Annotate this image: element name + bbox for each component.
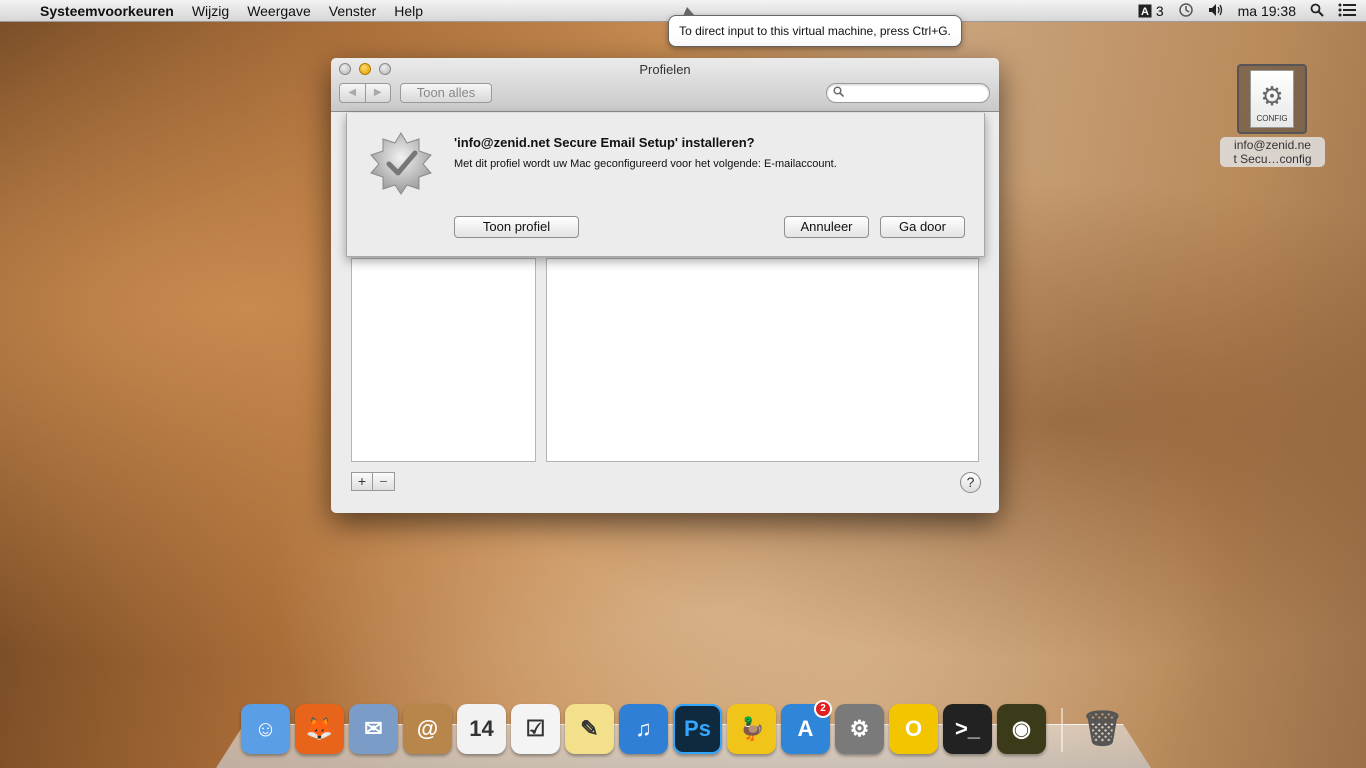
dock-radar-icon[interactable]: ◉ xyxy=(997,704,1046,754)
dock-reminders-glyph: ☑ xyxy=(525,716,546,741)
volume-icon[interactable] xyxy=(1208,3,1224,20)
dock-terminal-icon[interactable]: >_ xyxy=(943,704,992,754)
dock-notes-icon[interactable]: ✎ xyxy=(565,704,614,754)
show-all-button[interactable]: Toon alles xyxy=(400,83,492,103)
dock-firefox-icon[interactable]: 🦊 xyxy=(295,704,344,754)
dock-notes-glyph: ✎ xyxy=(580,716,599,741)
profile-detail-pane xyxy=(546,258,979,462)
dock-opera-icon[interactable]: O xyxy=(889,704,938,754)
dock-app-store-glyph: A xyxy=(797,716,814,741)
dock-opera-glyph: O xyxy=(904,716,923,741)
search-input[interactable] xyxy=(847,86,983,100)
dock-cyberduck-glyph: 🦆 xyxy=(737,716,766,741)
dock-itunes-glyph: ♫ xyxy=(635,716,652,741)
sheet-title: 'info@zenid.net Secure Email Setup' inst… xyxy=(454,135,755,150)
dock: ☺ 🦊 ✉ @14 ☑ ✎ ♫ Ps 🦆 A 2 ⚙ O >_ ◉ 🗑 xyxy=(241,700,1127,756)
install-profile-sheet: 'info@zenid.net Secure Email Setup' inst… xyxy=(346,113,985,257)
input-source-icon[interactable]: A 3 xyxy=(1138,3,1164,19)
input-source-badge: 3 xyxy=(1155,3,1164,19)
dock-finder-icon[interactable]: ☺ xyxy=(241,704,290,754)
menu-venster[interactable]: Venster xyxy=(329,3,376,19)
dock-mail-glyph: ✉ xyxy=(364,716,383,741)
desktop-file-name[interactable]: info@zenid.ne t Secu…config xyxy=(1220,137,1325,167)
menu-help[interactable]: Help xyxy=(394,3,423,19)
dock-trash-icon[interactable]: 🗑 xyxy=(1078,704,1127,754)
dock-itunes-icon[interactable]: ♫ xyxy=(619,704,668,754)
dock-system-preferences-icon[interactable]: ⚙ xyxy=(835,704,884,754)
svg-text:A: A xyxy=(1141,6,1149,18)
time-machine-icon[interactable] xyxy=(1178,2,1194,21)
vm-input-tooltip: To direct input to this virtual machine,… xyxy=(668,7,962,47)
profiles-list[interactable] xyxy=(351,258,536,462)
add-remove-control: + − xyxy=(351,472,395,491)
dock-separator xyxy=(1061,708,1063,752)
search-field[interactable] xyxy=(826,83,990,103)
dock-photoshop-glyph: Ps xyxy=(684,716,711,741)
menu-weergave[interactable]: Weergave xyxy=(247,3,311,19)
dock-calendar-icon[interactable]: 14 xyxy=(457,704,506,754)
dock-calendar-glyph: 14 xyxy=(469,716,494,741)
menu-app-name[interactable]: Systeemvoorkeuren xyxy=(40,3,174,19)
verified-badge-icon xyxy=(363,131,439,195)
dock-terminal-glyph: >_ xyxy=(954,716,981,741)
file-page-icon: ⚙ CONFIG xyxy=(1250,70,1294,128)
sheet-message: Met dit profiel wordt uw Mac geconfigure… xyxy=(454,158,837,170)
dock-radar-glyph: ◉ xyxy=(1011,716,1032,741)
help-button[interactable]: ? xyxy=(960,472,981,493)
trash-glyph: 🗑 xyxy=(1080,710,1125,748)
dock-photoshop-icon[interactable]: Ps xyxy=(673,704,722,754)
tooltip-text: To direct input to this virtual machine,… xyxy=(679,24,951,38)
desktop-file-name-line1: info@zenid.ne xyxy=(1234,138,1311,152)
notification-center-icon[interactable] xyxy=(1338,3,1356,20)
dock-app-store-icon[interactable]: A2 xyxy=(781,700,832,754)
desktop-file-name-line2: t Secu…config xyxy=(1233,152,1312,166)
desktop-config-file-icon[interactable]: ⚙ CONFIG xyxy=(1237,64,1307,134)
app-store-badge: 2 xyxy=(814,700,832,718)
search-icon xyxy=(833,86,845,100)
dock-cyberduck-icon[interactable]: 🦆 xyxy=(727,704,776,754)
menu-extras: A 3 ma 19:38 xyxy=(1138,0,1356,22)
dock-mail-icon[interactable]: ✉ xyxy=(349,704,398,754)
back-forward-control: ◀ ▶ xyxy=(339,83,391,103)
dock-contacts-glyph: @ xyxy=(416,716,439,741)
file-type-label: CONFIG xyxy=(1256,114,1288,123)
menu-wijzig[interactable]: Wijzig xyxy=(192,3,229,19)
window-titlebar[interactable]: Profielen ◀ ▶ Toon alles xyxy=(331,58,999,112)
window-title: Profielen xyxy=(639,62,691,77)
tooltip-tail xyxy=(683,7,695,16)
dock-firefox-glyph: 🦊 xyxy=(305,716,334,741)
continue-button[interactable]: Ga door xyxy=(880,216,965,238)
add-profile-button[interactable]: + xyxy=(351,472,373,491)
remove-profile-button[interactable]: − xyxy=(373,472,395,491)
dock-system-preferences-glyph: ⚙ xyxy=(849,716,870,741)
back-button[interactable]: ◀ xyxy=(340,84,366,102)
gear-icon: ⚙ xyxy=(1260,81,1284,111)
cancel-button[interactable]: Annuleer xyxy=(784,216,869,238)
spotlight-icon[interactable] xyxy=(1310,3,1324,20)
dock-reminders-icon[interactable]: ☑ xyxy=(511,704,560,754)
show-profile-button[interactable]: Toon profiel xyxy=(454,216,579,238)
dock-contacts-icon[interactable]: @ xyxy=(403,704,452,754)
forward-button[interactable]: ▶ xyxy=(366,84,391,102)
menu-clock[interactable]: ma 19:38 xyxy=(1238,3,1296,19)
dock-finder-glyph: ☺ xyxy=(254,716,277,741)
